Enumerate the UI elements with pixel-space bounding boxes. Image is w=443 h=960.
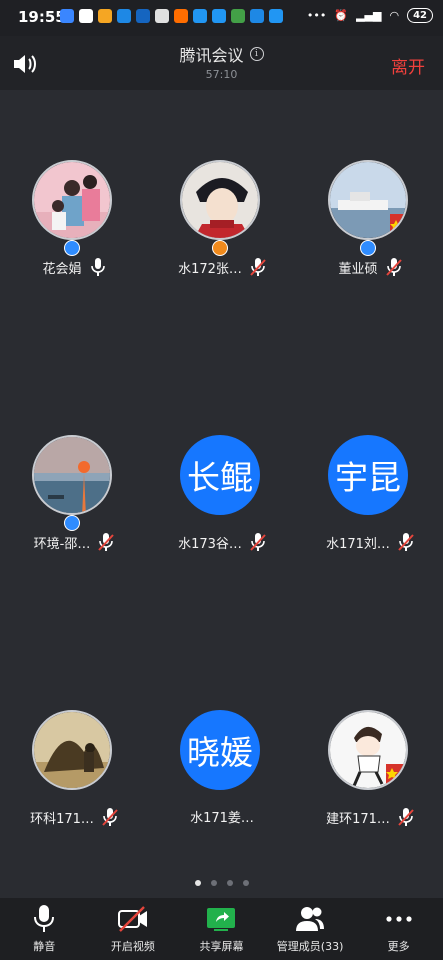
more-icon [386,916,412,922]
participant-avatar [32,435,112,515]
host-badge-icon [64,515,80,531]
video-off-icon [117,906,147,932]
signal-icon: ▂▄▆ [356,9,382,22]
alarm-icon: ⏰ [334,9,349,22]
app-notification-icon [174,9,188,23]
participant-avatar [328,710,408,790]
page-dot[interactable] [210,880,217,886]
mic-muted-icon [398,533,414,551]
share-screen-label: 共享屏幕 [199,940,244,953]
participant-name: 环科171… [30,811,94,827]
app-notification-icon [269,9,283,23]
participant-avatar [32,160,112,240]
page-dot[interactable] [194,880,201,886]
page-dot[interactable] [242,880,249,886]
participant-name: 董业硕 [338,261,378,277]
microphone-icon [90,258,105,276]
share-screen-button[interactable]: 共享屏幕 [177,898,266,960]
participant-avatar [180,160,260,240]
participant-name: 水171刘… [326,536,390,552]
app-notification-icon [193,9,207,23]
app-notification-icon [231,9,245,23]
app-notification-icon [155,9,169,23]
status-time: 19:55 [18,8,66,26]
app-notification-icon [136,9,150,23]
app-notification-icon [60,9,74,23]
participant-name: 水171姜… [190,811,254,826]
status-bar: 19:55 ••• ⏰ ▂▄▆ ◠ 42 [0,0,443,36]
notification-icons [60,9,283,23]
page-indicator [0,880,443,886]
info-icon: i [249,47,264,61]
mic-muted-icon [250,258,266,276]
participant-text-avatar: 长鲲 [180,435,260,515]
app-notification-icon [117,9,131,23]
mute-button[interactable]: 静音 [0,898,89,960]
battery-icon: 42 [407,8,433,23]
meeting-timer: 57:10 [205,68,238,81]
mic-muted-icon [385,258,402,276]
host-badge-icon [360,240,376,256]
mic-muted-icon [102,808,118,826]
participant-text-avatar: 宇昆 [328,435,408,515]
meeting-header: 腾讯会议 i 57:10 离开 [0,36,443,90]
start-video-label: 开启视频 [110,940,155,953]
start-video-button[interactable]: 开启视频 [89,898,178,960]
wifi-icon: ◠ [389,9,400,22]
participant-name: 建环171… [326,811,390,827]
app-notification-icon [98,9,112,23]
manage-members-button[interactable]: 管理成员(33) [266,898,355,960]
participant-name: 水172张… [178,261,242,277]
participant-avatar [32,710,112,790]
mic-muted-icon [98,533,115,551]
leave-button[interactable]: 离开 [391,53,425,78]
microphone-icon [34,905,55,932]
mic-muted-icon [398,808,414,826]
members-icon [296,907,325,931]
participant-text-avatar: 晓媛 [180,710,260,790]
page-dot[interactable] [226,880,233,886]
meeting-title-text: 腾讯会议 [179,46,244,65]
participant-name: 水173谷… [178,536,242,552]
manage-members-label: 管理成员(33) [276,940,344,953]
mic-muted-icon [250,533,266,551]
participant-name: 花会娟 [42,261,82,277]
host-badge-icon [212,240,228,256]
bottom-toolbar: 静音 开启视频 共享屏幕 管理成员(33) 更多 [0,898,443,960]
app-notification-icon [212,9,226,23]
app-notification-icon [250,9,264,23]
app-notification-icon [79,9,93,23]
status-right: ••• ⏰ ▂▄▆ ◠ 42 [307,8,433,23]
more-button[interactable]: 更多 [354,898,443,960]
share-screen-icon [207,908,236,931]
participant-name: 环境-邵… [33,536,91,552]
host-badge-icon [64,240,80,256]
participant-avatar [328,160,408,240]
mute-label: 静音 [33,940,56,953]
more-label: 更多 [387,940,410,953]
more-notifications-icon: ••• [306,9,327,22]
meeting-title[interactable]: 腾讯会议 i [179,42,264,66]
